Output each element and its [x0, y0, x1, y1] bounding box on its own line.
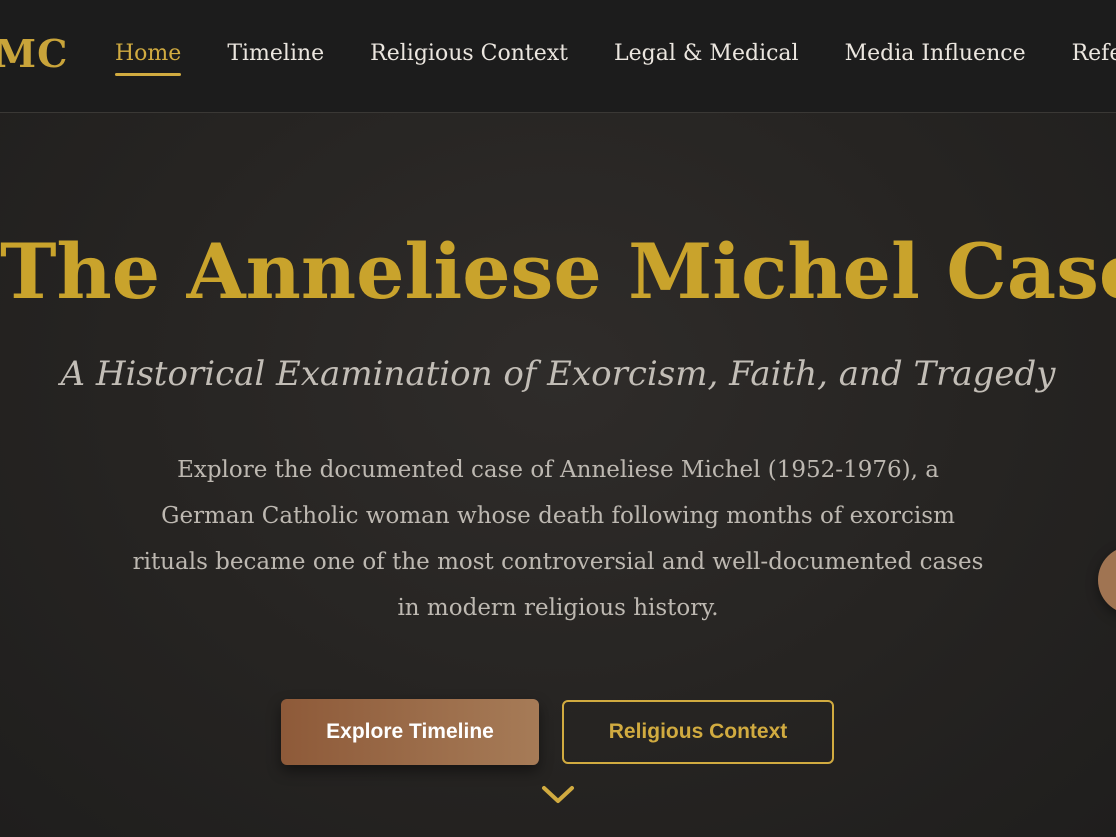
nav-link-home[interactable]: Home: [115, 40, 182, 76]
site-logo[interactable]: MC: [0, 30, 68, 78]
hero-description: Explore the documented case of Anneliese…: [132, 457, 984, 621]
nav-link-religious-context[interactable]: Religious Context: [370, 40, 568, 68]
floating-action-button[interactable]: [1098, 546, 1116, 614]
nav-link-timeline[interactable]: Timeline: [227, 40, 324, 68]
nav-link-legal-medical[interactable]: Legal & Medical: [614, 40, 799, 68]
nav-link-media-influence[interactable]: Media Influence: [845, 40, 1026, 68]
nav-link-references[interactable]: Refere: [1072, 40, 1116, 68]
hero-title: The Anneliese Michel Case: [0, 227, 1116, 316]
navbar: MC Home Timeline Religious Context Legal…: [0, 0, 1116, 113]
religious-context-button[interactable]: Religious Context: [562, 700, 834, 764]
hero-subtitle: A Historical Examination of Exorcism, Fa…: [60, 354, 1056, 394]
explore-timeline-button[interactable]: Explore Timeline: [281, 699, 539, 765]
nav-links: Home Timeline Religious Context Legal & …: [115, 40, 1116, 76]
chevron-down-icon[interactable]: [541, 784, 575, 806]
